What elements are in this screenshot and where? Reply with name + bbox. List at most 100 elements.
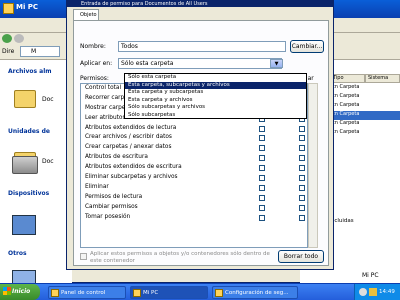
taskbar-button-my-pc[interactable]: Mi PC: [130, 286, 208, 299]
drive-icon: [12, 156, 38, 174]
taskbar-button-label: Configuración de seg...: [225, 290, 289, 296]
folder-icon: [14, 90, 36, 108]
permission-row: Atributos de escritura: [81, 153, 307, 163]
apply-label: Aplicar en:: [80, 60, 113, 67]
address-value: M: [31, 48, 37, 55]
permission-label: Eliminar: [85, 183, 109, 190]
taskbar-button-security[interactable]: Configuración de seg...: [212, 286, 298, 299]
computer-icon: [3, 3, 14, 14]
side-item-docs-1[interactable]: Doc: [42, 96, 54, 103]
name-field[interactable]: Todos: [118, 41, 286, 52]
side-item-docs-2[interactable]: Doc: [42, 158, 54, 165]
permission-label: Atributos de escritura: [85, 154, 148, 161]
name-label: Nombre:: [80, 43, 106, 50]
file-row-b: Carpeta: [339, 120, 360, 126]
file-row-b: Carpeta: [339, 84, 360, 90]
file-row-b: Carpeta: [339, 129, 360, 135]
address-input[interactable]: M: [20, 46, 60, 57]
back-icon[interactable]: [2, 34, 12, 43]
dropdown-option[interactable]: Esta carpeta y subcarpetas: [125, 89, 306, 97]
column-system[interactable]: Sistema: [365, 74, 400, 83]
dropdown-option[interactable]: Sólo subcarpetas: [125, 112, 306, 120]
deny-checkbox[interactable]: [299, 135, 305, 142]
side-section-files[interactable]: Archivos alm: [8, 68, 52, 75]
clear-all-button[interactable]: Borrar todo: [278, 250, 324, 263]
allow-checkbox[interactable]: [259, 155, 265, 162]
permission-row: Atributos extendidos de lectura: [81, 124, 307, 134]
windows-logo-icon: [3, 287, 11, 295]
deny-checkbox[interactable]: [299, 165, 305, 172]
file-row[interactable]: cn Carpeta: [330, 129, 400, 138]
apply-inherit-text: Aplicar estos permisos a objetos y/o con…: [90, 251, 270, 264]
allow-checkbox[interactable]: [259, 194, 265, 201]
permission-label: Crear carpetas / anexar datos: [85, 144, 172, 151]
computer-icon: [133, 289, 141, 297]
allow-checkbox[interactable]: [259, 184, 265, 191]
apply-value: Sólo esta carpeta: [121, 60, 174, 67]
permission-label: Control total: [85, 85, 122, 91]
allow-checkbox[interactable]: [259, 145, 265, 152]
allow-checkbox[interactable]: [259, 204, 265, 211]
dropdown-option[interactable]: Esta carpeta y archivos: [125, 97, 306, 105]
file-row-b: Carpeta: [339, 102, 360, 108]
dropdown-option[interactable]: Sólo esta carpeta: [125, 74, 306, 82]
permission-row: Eliminar: [81, 183, 307, 193]
explorer-task-pane: Archivos alm Doc Doc Unidades de Disposi…: [0, 60, 72, 290]
permission-label: Atributos extendidos de escritura: [85, 164, 182, 171]
permission-row: Tomar posesión: [81, 213, 307, 223]
file-row[interactable]: cn Carpeta: [330, 120, 400, 129]
start-label: Inicio: [12, 288, 31, 295]
allow-checkbox[interactable]: [259, 135, 265, 142]
speaker-icon[interactable]: [359, 288, 367, 296]
permission-label: Leer atributos: [85, 114, 126, 121]
allow-checkbox[interactable]: [259, 175, 265, 182]
forward-icon[interactable]: [14, 34, 24, 43]
name-value: Todos: [121, 43, 138, 50]
deny-checkbox[interactable]: [299, 125, 305, 132]
dialog-title: Entrada de permiso para Documentos de Al…: [81, 1, 208, 7]
right-bottom-text: Mi PC: [362, 272, 379, 279]
deny-checkbox[interactable]: [299, 155, 305, 162]
control-panel-icon: [51, 289, 59, 297]
permissions-header: Permisos:: [80, 75, 109, 82]
allow-checkbox[interactable]: [259, 165, 265, 172]
allow-checkbox[interactable]: [259, 125, 265, 132]
deny-checkbox[interactable]: [299, 214, 305, 221]
taskbar-button-control-panel[interactable]: Panel de control: [48, 286, 126, 299]
dialog-titlebar[interactable]: Entrada de permiso para Documentos de Al…: [67, 1, 333, 7]
clock[interactable]: 14:49: [379, 289, 395, 295]
apply-inherit-checkbox[interactable]: [80, 253, 87, 260]
permission-label: Permisos de lectura: [85, 193, 143, 200]
security-icon: [215, 289, 223, 297]
change-button[interactable]: Cambiar...: [290, 40, 324, 53]
deny-checkbox[interactable]: [299, 145, 305, 152]
taskbar-button-label: Panel de control: [61, 290, 106, 296]
dropdown-option[interactable]: Sólo subcarpetas y archivos: [125, 104, 306, 112]
deny-checkbox[interactable]: [299, 175, 305, 182]
system-tray: 14:49: [354, 284, 400, 300]
permissions-scrollbar[interactable]: [308, 83, 318, 248]
permission-entry-dialog: Entrada de permiso para Documentos de Al…: [66, 0, 334, 270]
file-row[interactable]: cn Carpeta: [330, 84, 400, 93]
deny-checkbox[interactable]: [299, 194, 305, 201]
permission-label: Eliminar subcarpetas y archivos: [85, 174, 178, 181]
permission-row: Crear carpetas / anexar datos: [81, 143, 307, 153]
deny-checkbox[interactable]: [299, 184, 305, 191]
deny-checkbox[interactable]: [299, 204, 305, 211]
permission-label: Atributos extendidos de lectura: [85, 124, 177, 131]
side-section-drives[interactable]: Unidades de: [8, 128, 50, 135]
file-row[interactable]: cn Carpeta: [330, 102, 400, 111]
tab-panel: Nombre: Todos Cambiar... Aplicar en: Sól…: [73, 20, 329, 266]
file-row[interactable]: cn Carpeta: [330, 93, 400, 102]
side-section-devices[interactable]: Dispositivos: [8, 190, 49, 197]
side-section-other[interactable]: Otros: [8, 250, 27, 257]
column-type[interactable]: Tipo: [330, 74, 365, 83]
network-icon[interactable]: [369, 288, 377, 296]
dropdown-option-selected[interactable]: Esta carpeta, subcarpetas y archivos: [125, 81, 306, 89]
apply-onto-select[interactable]: Sólo esta carpeta: [118, 58, 282, 69]
file-rows: cn Carpeta cn Carpeta cn Carpeta cn Carp…: [330, 84, 400, 138]
permission-row: Eliminar subcarpetas y archivos: [81, 173, 307, 183]
allow-checkbox[interactable]: [259, 214, 265, 221]
chevron-down-icon[interactable]: ▼: [270, 59, 283, 68]
file-row-selected[interactable]: cn Carpeta: [330, 111, 400, 120]
